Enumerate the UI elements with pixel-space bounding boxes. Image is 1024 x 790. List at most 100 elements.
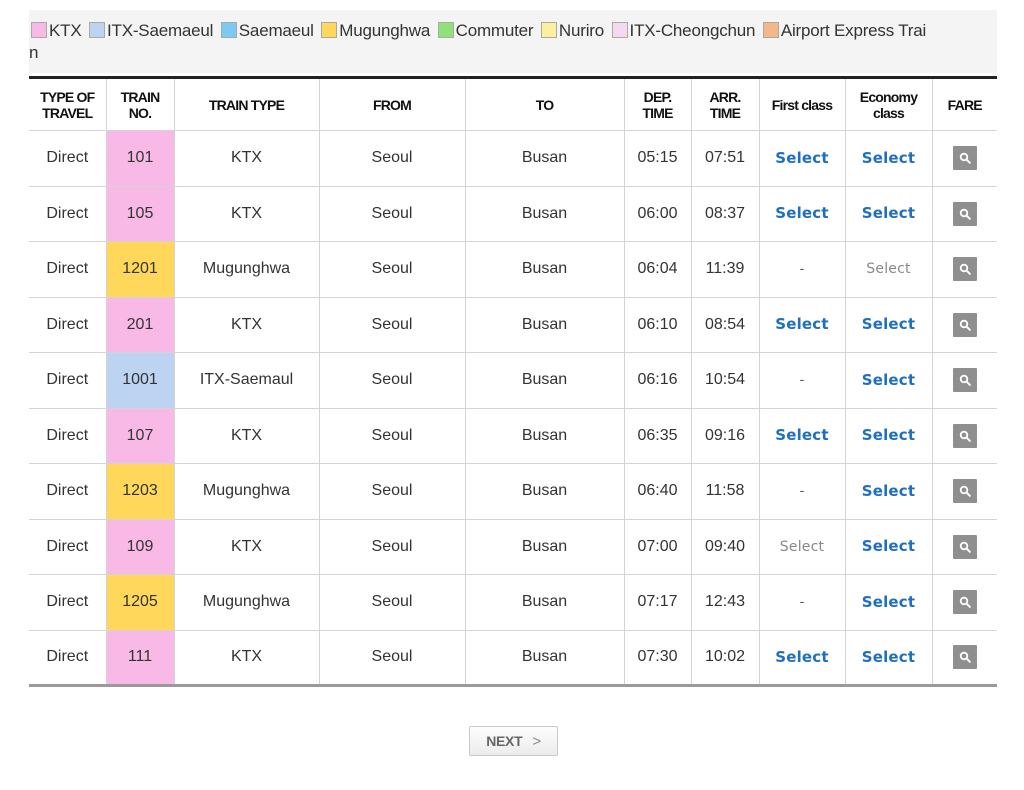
first-class-cell: Select: [758, 408, 845, 464]
next-button[interactable]: NEXT >: [469, 726, 558, 756]
train-no-cell: 1201: [105, 241, 174, 298]
legend-color-swatch: [89, 22, 105, 38]
col-header-from: FROM: [318, 77, 465, 131]
dep-time-cell: 07:30: [623, 630, 691, 686]
from-cell: Seoul: [318, 352, 465, 409]
to-cell: Busan: [464, 408, 624, 464]
legend-item: ITX-Cheongchun: [611, 21, 755, 40]
train-no-cell: 101: [105, 130, 174, 187]
economy-class-cell: Select: [844, 463, 932, 520]
type-of-travel-cell: Direct: [29, 186, 106, 242]
fare-cell: [931, 186, 997, 242]
table-row: Direct 101 KTX Seoul Busan 05:15 07:51 Select Se…: [29, 130, 997, 187]
first-class-select-link[interactable]: Select: [775, 648, 829, 666]
fare-cell: [931, 241, 997, 298]
arr-time-cell: 12:43: [690, 574, 759, 631]
legend-label: Airport Express Trai: [780, 21, 927, 40]
to-cell: Busan: [464, 186, 624, 242]
first-class-select-link[interactable]: Select: [775, 149, 829, 167]
train-no-cell: 1001: [105, 352, 174, 409]
train-no-cell: 107: [105, 408, 174, 464]
legend-item: ITX-Saemaeul: [89, 21, 213, 40]
type-of-travel-cell: Direct: [29, 130, 106, 187]
fare-lookup-button[interactable]: [952, 534, 977, 559]
arr-time-cell: 10:54: [690, 352, 759, 409]
type-of-travel-cell: Direct: [29, 574, 106, 631]
first-class-select-link[interactable]: Select: [775, 426, 829, 444]
train-no-cell: 1205: [105, 574, 174, 631]
legend-label: Mugunghwa: [339, 21, 431, 40]
type-of-travel-cell: Direct: [29, 297, 106, 353]
train-type-cell: KTX: [173, 408, 319, 464]
table-row: Direct 1201 Mugunghwa Seoul Busan 06:04 11:39 -…: [29, 241, 997, 298]
arr-time-cell: 09:16: [690, 408, 759, 464]
col-header-train-type: TRAIN TYPE: [173, 77, 319, 131]
dep-time-cell: 06:00: [623, 186, 691, 242]
train-no-cell: 105: [105, 186, 174, 242]
first-class-select-link[interactable]: Select: [775, 204, 829, 222]
legend-label: KTX: [49, 21, 82, 40]
fare-lookup-button[interactable]: [952, 257, 977, 282]
dep-time-cell: 06:16: [623, 352, 691, 409]
first-class-cell: Select: [758, 186, 845, 242]
legend-color-swatch: [31, 22, 47, 38]
first-class-select-link[interactable]: Select: [775, 315, 829, 333]
economy-class-select-link[interactable]: Select: [862, 204, 916, 222]
fare-lookup-button[interactable]: [952, 423, 977, 448]
fare-lookup-button[interactable]: [952, 146, 977, 171]
legend-color-swatch: [220, 22, 237, 38]
first-class-unavailable: -: [799, 482, 805, 499]
train-type-cell: Mugunghwa: [173, 241, 319, 298]
fare-cell: [931, 519, 997, 575]
to-cell: Busan: [464, 130, 624, 187]
fare-lookup-button[interactable]: [952, 368, 977, 393]
fare-lookup-button[interactable]: [952, 645, 977, 670]
economy-class-select-link[interactable]: Select: [862, 482, 916, 500]
table-row: Direct 107 KTX Seoul Busan 06:35 09:16 Select Se…: [29, 408, 997, 464]
fare-cell: [931, 463, 997, 520]
legend-item: Nuriro: [540, 21, 604, 40]
economy-class-select-link[interactable]: Select: [862, 593, 916, 611]
dep-time-cell: 06:10: [623, 297, 691, 353]
col-header-type-of-travel: TYPE OF TRAVEL: [29, 77, 106, 131]
economy-class-select-link[interactable]: Select: [862, 537, 916, 555]
fare-lookup-button[interactable]: [952, 312, 977, 337]
first-class-cell: Select: [758, 130, 845, 187]
fare-lookup-button[interactable]: [952, 590, 977, 615]
fare-lookup-button[interactable]: [952, 201, 977, 226]
economy-class-select-link[interactable]: Select: [862, 426, 916, 444]
col-header-fare: FARE: [931, 77, 997, 131]
fare-cell: [931, 574, 997, 631]
type-of-travel-cell: Direct: [29, 241, 106, 298]
train-type-cell: KTX: [173, 630, 319, 686]
to-cell: Busan: [464, 463, 624, 520]
next-button-label: NEXT: [486, 733, 523, 749]
to-cell: Busan: [464, 352, 624, 409]
legend-item: Saemaeul: [220, 21, 314, 40]
from-cell: Seoul: [318, 408, 465, 464]
arr-time-cell: 11:58: [690, 463, 759, 520]
from-cell: Seoul: [318, 297, 465, 353]
economy-class-select-link[interactable]: Select: [862, 315, 916, 333]
table-row: Direct 111 KTX Seoul Busan 07:30 10:02 Select Se…: [29, 630, 997, 686]
first-class-unavailable: -: [799, 371, 805, 388]
from-cell: Seoul: [318, 241, 465, 298]
from-cell: Seoul: [318, 630, 465, 686]
table-row: Direct 201 KTX Seoul Busan 06:10 08:54 Select Se…: [29, 297, 997, 353]
from-cell: Seoul: [318, 519, 465, 575]
fare-cell: [931, 297, 997, 353]
dep-time-cell: 06:04: [623, 241, 691, 298]
first-class-select-link: Select: [779, 538, 825, 555]
arr-time-cell: 09:40: [690, 519, 759, 575]
legend-label: Commuter: [455, 21, 534, 40]
legend-color-swatch: [540, 22, 557, 38]
economy-class-select-link[interactable]: Select: [862, 648, 916, 666]
first-class-cell: -: [758, 574, 845, 631]
economy-class-select-link[interactable]: Select: [862, 149, 916, 167]
fare-lookup-button[interactable]: [952, 479, 977, 504]
economy-class-select-link[interactable]: Select: [862, 371, 916, 389]
economy-class-cell: Select: [844, 408, 932, 464]
from-cell: Seoul: [318, 130, 465, 187]
table-header-row: TYPE OF TRAVEL TRAIN NO. TRAIN TYPE FROM T…: [29, 77, 997, 131]
fare-cell: [931, 130, 997, 187]
